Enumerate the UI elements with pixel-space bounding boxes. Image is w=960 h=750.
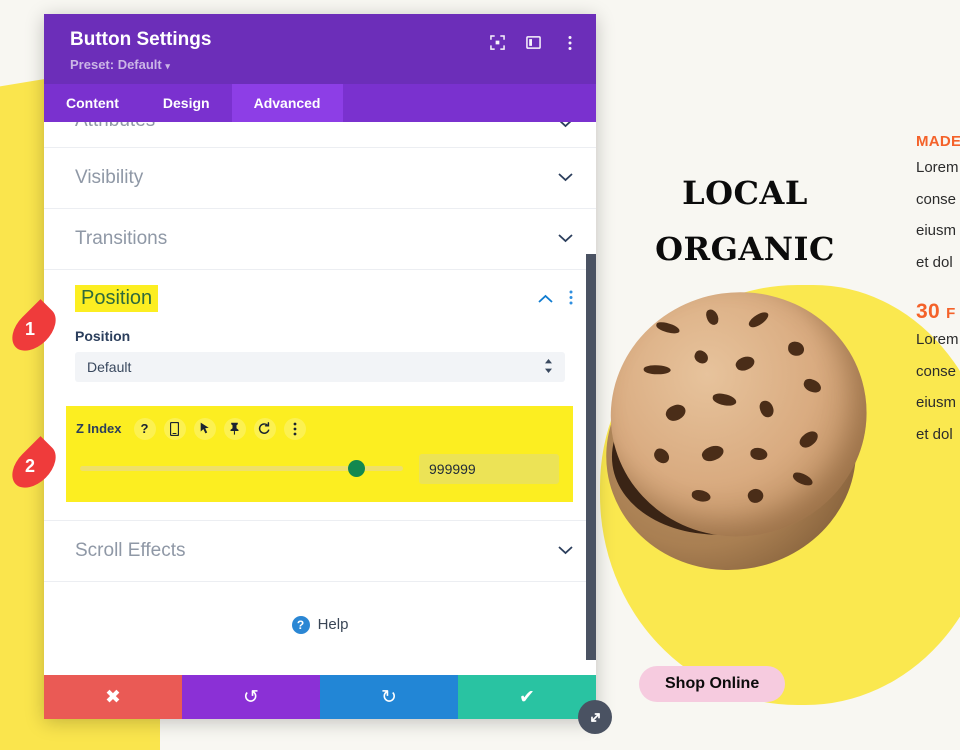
chevron-up-icon[interactable]	[538, 290, 553, 307]
select-arrows-icon	[544, 358, 553, 375]
settings-panel-body: Attributes Visibility Transitions	[44, 121, 596, 675]
macaron-image	[579, 269, 908, 606]
z-index-header: Z Index ?	[76, 417, 559, 440]
position-section: Position Position Default Z Index ? 9999…	[44, 270, 596, 521]
accordion-transitions[interactable]: Transitions	[44, 209, 596, 270]
copy-line: conse	[916, 362, 957, 380]
z-index-row: Z Index ?	[66, 405, 573, 502]
tab-content[interactable]: Content	[44, 84, 141, 122]
copy-line: eiusm	[916, 394, 957, 411]
modal-header: Button Settings Preset: Default ▾	[44, 14, 596, 84]
tab-bar: Content Design Advanced	[44, 83, 596, 122]
copy-line: conse	[916, 190, 957, 208]
chevron-down-icon	[558, 543, 573, 558]
panel-scrollbar[interactable]	[586, 253, 596, 660]
hero-line-1: Local	[682, 161, 808, 215]
help-icon[interactable]: ?	[133, 417, 156, 440]
accordion-scroll-effects[interactable]: Scroll Effects	[44, 521, 596, 582]
z-index-slider[interactable]	[80, 460, 403, 478]
accordion-label: Scroll Effects	[75, 539, 186, 561]
z-index-label: Z Index	[76, 421, 122, 437]
accordion-label: Attributes	[75, 122, 155, 132]
hero-heading: Local Organic	[600, 160, 890, 272]
options-icon[interactable]	[283, 417, 306, 440]
copy-line: Lorem	[916, 331, 959, 348]
chevron-down-icon	[558, 121, 573, 131]
help-link[interactable]: ? Help	[44, 582, 596, 668]
screen: Local Organic	[0, 0, 960, 750]
copy-heading-1: Made	[916, 128, 960, 151]
z-index-control-row	[76, 453, 559, 484]
cancel-button[interactable]: ✖	[44, 675, 182, 719]
shop-online-button[interactable]: Shop Online	[639, 666, 786, 702]
sticky-icon[interactable]	[223, 417, 246, 440]
preset-label: Preset: Default	[70, 56, 162, 72]
page-title: Button Settings	[70, 29, 212, 50]
chevron-down-icon	[558, 170, 573, 185]
slider-thumb[interactable]	[347, 460, 365, 478]
accordion-attributes[interactable]: Attributes	[44, 121, 596, 148]
hover-icon[interactable]	[193, 417, 216, 440]
accordion-label: Transitions	[75, 227, 168, 249]
tab-design[interactable]: Design	[141, 84, 232, 122]
copy-line: et dol	[916, 425, 953, 443]
help-circle-icon: ?	[291, 615, 310, 634]
callout-number: 1	[24, 318, 35, 339]
redo-button[interactable]: ↻	[320, 675, 458, 719]
position-section-header[interactable]: Position	[44, 270, 596, 328]
copy-heading-2: 30 F	[916, 300, 956, 323]
callout-badge-2: 2	[4, 436, 64, 496]
chevron-down-icon	[558, 231, 573, 246]
save-button[interactable]: ✔	[458, 675, 596, 719]
position-select-value: Default	[87, 358, 132, 375]
header-icon-group	[489, 28, 578, 51]
copy-line: et dol	[916, 253, 953, 271]
reset-icon[interactable]	[253, 417, 276, 440]
copy-line: Lorem	[916, 159, 959, 176]
overflow-menu-icon[interactable]	[561, 34, 578, 51]
layout-panel-icon[interactable]	[525, 34, 542, 51]
callout-number: 2	[24, 455, 35, 476]
undo-button[interactable]: ↺	[182, 675, 320, 719]
z-index-input[interactable]	[419, 453, 559, 484]
accordion-visibility[interactable]: Visibility	[44, 148, 596, 209]
accordion-label: Visibility	[75, 166, 144, 188]
help-label: Help	[317, 616, 349, 634]
position-field-label: Position	[75, 327, 131, 344]
modal-footer: ✖ ↺ ↻ ✔	[44, 675, 596, 719]
button-settings-modal: Button Settings Preset: Default ▾ Conten…	[44, 14, 596, 719]
position-select[interactable]: Default	[75, 351, 565, 382]
position-section-title[interactable]: Position	[75, 285, 159, 313]
focus-target-icon[interactable]	[489, 34, 506, 51]
preset-selector[interactable]: Preset: Default ▾	[70, 57, 211, 72]
callout-badge-1: 1	[4, 299, 64, 359]
chevron-down-icon: ▾	[165, 60, 170, 71]
section-options-icon[interactable]	[569, 290, 573, 307]
hero-line-2: Organic	[655, 217, 835, 272]
responsive-icon[interactable]	[163, 417, 186, 440]
position-field: Position Default	[44, 328, 596, 382]
marketing-copy-column: Made Lorem conse eiusm et dol 30 F Lorem…	[916, 128, 960, 450]
copy-line: eiusm	[916, 222, 957, 239]
tab-advanced[interactable]: Advanced	[231, 83, 343, 122]
resize-handle[interactable]	[578, 700, 612, 734]
